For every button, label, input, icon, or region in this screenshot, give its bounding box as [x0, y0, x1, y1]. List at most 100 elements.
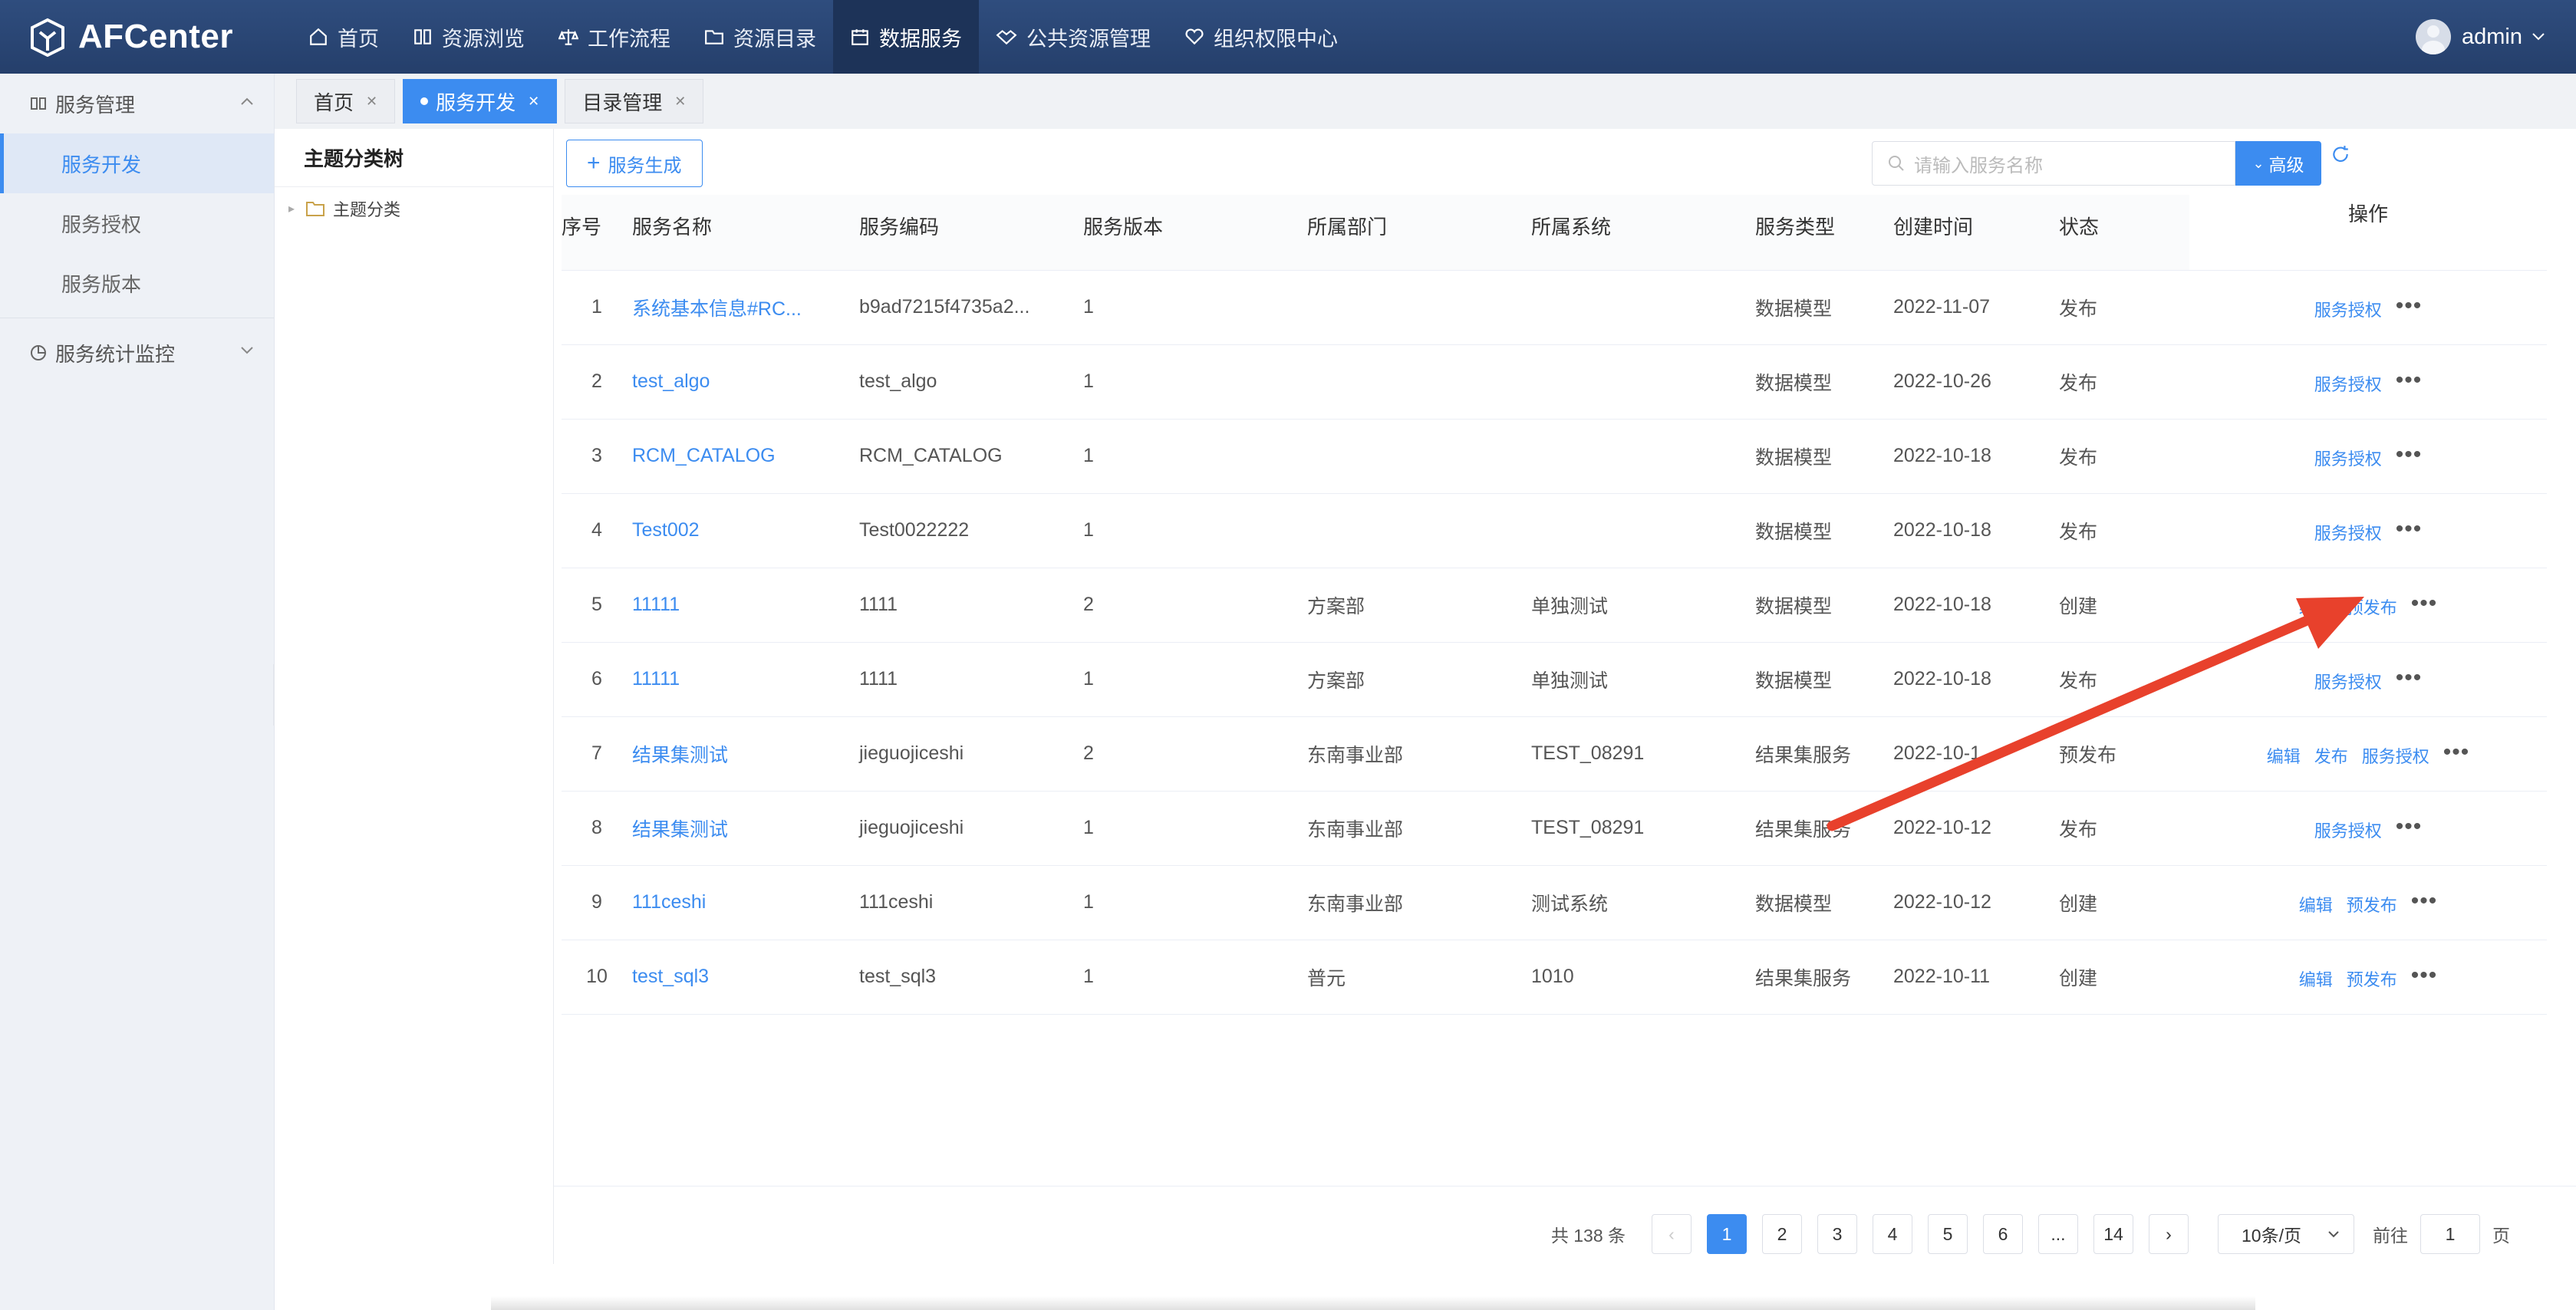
pagination: 共 138 条 ‹ 1 2 3 4 5 6 ... 14 › 10条/页 前往 … [554, 1186, 2576, 1254]
service-name-link[interactable]: 系统基本信息#RC... [632, 270, 859, 345]
sidebar-item-service-auth[interactable]: 服务授权 [0, 193, 274, 253]
service-name-link[interactable]: RCM_CATALOG [632, 419, 859, 494]
row-action-link[interactable]: 服务授权 [2314, 375, 2382, 394]
page-button[interactable]: 2 [1762, 1214, 1802, 1254]
sidebar-group-service-management[interactable]: 服务管理 [0, 74, 274, 133]
sidebar-group-label: 服务统计监控 [55, 342, 176, 366]
service-name-link[interactable]: 11111 [632, 642, 859, 717]
row-action-link[interactable]: 编辑 [2299, 896, 2333, 915]
close-icon[interactable]: ✕ [528, 94, 539, 110]
tab-home[interactable]: 首页 ✕ [296, 79, 396, 123]
table-cell: 东南事业部 [1307, 791, 1531, 866]
more-icon[interactable]: ••• [2396, 516, 2423, 541]
service-name-link[interactable]: test_algo [632, 344, 859, 420]
service-name-link[interactable]: Test002 [632, 493, 859, 568]
user-menu[interactable]: admin [2416, 0, 2545, 74]
content-area: 主题分类树 ▸ 主题分类 + 服务生成 请输入服务名称 ⌄ 高级 序号 服务名称 [275, 129, 2576, 1310]
service-generate-button[interactable]: + 服务生成 [566, 140, 703, 187]
page-button[interactable]: 5 [1928, 1214, 1968, 1254]
goto-suffix: 页 [2492, 1226, 2510, 1246]
table-cell: 2022-10-1 [1893, 716, 2059, 792]
page-ellipsis[interactable]: ... [2038, 1214, 2078, 1254]
row-action-link[interactable]: 服务授权 [2314, 673, 2382, 692]
table-cell: 111ceshi [859, 865, 1083, 940]
table-cell: 数据模型 [1755, 642, 1893, 717]
refresh-icon[interactable] [2331, 144, 2350, 164]
topnav-item-resource-catalog[interactable]: 资源目录 [687, 0, 833, 74]
col-header: 服务编码 [859, 195, 1083, 271]
more-icon[interactable]: ••• [2411, 591, 2438, 616]
col-header: 所属系统 [1531, 195, 1755, 271]
close-icon[interactable]: ✕ [366, 94, 377, 110]
page-size-select[interactable]: 10条/页 [2218, 1214, 2354, 1254]
advanced-search-button[interactable]: ⌄ 高级 [2235, 141, 2321, 186]
row-action-link[interactable]: 编辑 [2299, 970, 2333, 989]
button-label: 服务生成 [608, 155, 682, 176]
table-cell: 发布 [2059, 791, 2189, 866]
sidebar-group-monitor[interactable]: 服务统计监控 [0, 323, 274, 383]
row-action-link[interactable]: 服务授权 [2314, 449, 2382, 469]
topnav-item-public-resource[interactable]: 公共资源管理 [979, 0, 1168, 74]
table-cell [1531, 419, 1755, 494]
tree-node-root[interactable]: ▸ 主题分类 [275, 187, 553, 230]
service-table: 序号 服务名称 服务编码 服务版本 所属部门 所属系统 服务类型 创建时间 状态… [562, 195, 2547, 1015]
page-button[interactable]: 1 [1707, 1214, 1747, 1254]
more-icon[interactable]: ••• [2396, 367, 2423, 393]
tab-catalog-management[interactable]: 目录管理 ✕ [565, 79, 704, 123]
more-icon[interactable]: ••• [2411, 888, 2438, 913]
row-action-link[interactable]: 预发布 [2347, 598, 2397, 617]
sidebar-item-service-dev[interactable]: 服务开发 [0, 133, 274, 193]
service-name-link[interactable]: 11111 [632, 568, 859, 643]
table-body: 1 系统基本信息#RC... b9ad7215f4735a2... 1 数据模型 2022… [562, 270, 2547, 1015]
topnav-item-resource-browse[interactable]: 资源浏览 [396, 0, 542, 74]
row-action-link[interactable]: 预发布 [2347, 896, 2397, 915]
caret-right-icon[interactable]: ▸ [288, 201, 295, 216]
table-cell: 数据模型 [1755, 493, 1893, 568]
table-cell: 数据模型 [1755, 568, 1893, 643]
service-name-link[interactable]: 结果集测试 [632, 791, 859, 866]
page-button[interactable]: 3 [1817, 1214, 1857, 1254]
tab-service-dev[interactable]: 服务开发 ✕ [403, 79, 558, 123]
row-action-link[interactable]: 服务授权 [2314, 524, 2382, 543]
row-action-link[interactable]: 服务授权 [2314, 301, 2382, 320]
sidebar-item-label: 服务版本 [61, 272, 142, 296]
row-action-link[interactable]: 服务授权 [2314, 821, 2382, 841]
more-icon[interactable]: ••• [2396, 442, 2423, 467]
table-cell [1307, 344, 1531, 420]
calendar-icon [852, 29, 868, 45]
service-name-link[interactable]: 111ceshi [632, 865, 859, 940]
close-icon[interactable]: ✕ [674, 94, 686, 110]
more-icon[interactable]: ••• [2443, 739, 2470, 765]
more-icon[interactable]: ••• [2411, 963, 2438, 988]
sidebar-item-service-version[interactable]: 服务版本 [0, 253, 274, 313]
row-actions: 服务授权 ••• [2189, 270, 2547, 345]
row-action-link[interactable]: 预发布 [2347, 970, 2397, 989]
row-action-link[interactable]: 发布 [2314, 747, 2348, 766]
page-button[interactable]: 6 [1983, 1214, 2023, 1254]
table-cell: 数据模型 [1755, 270, 1893, 345]
topnav-item-home[interactable]: 首页 [292, 0, 396, 74]
more-icon[interactable]: ••• [2396, 293, 2423, 318]
table-cell: 创建 [2059, 940, 2189, 1015]
service-name-link[interactable]: test_sql3 [632, 940, 859, 1015]
goto-page-input[interactable]: 1 [2420, 1214, 2480, 1254]
service-name-link[interactable]: 结果集测试 [632, 716, 859, 792]
topnav-label: 数据服务 [879, 27, 962, 51]
more-icon[interactable]: ••• [2396, 814, 2423, 839]
page-button[interactable]: 14 [2093, 1214, 2133, 1254]
app-logo[interactable]: AFCenter [0, 17, 292, 57]
topnav-item-org-permission[interactable]: 组织权限中心 [1168, 0, 1355, 74]
table-row: 6 11111 1111 1 方案部 单独测试 数据模型 2022-10-18 发布 服务授权 ••… [562, 642, 2547, 717]
topnav-item-data-service[interactable]: 数据服务 [833, 0, 979, 74]
table-cell: 2 [562, 344, 632, 420]
search-input[interactable]: 请输入服务名称 [1872, 141, 2235, 186]
row-actions: 编辑 发布 服务授权 ••• [2189, 716, 2547, 792]
prev-page-button[interactable]: ‹ [1652, 1214, 1692, 1254]
row-action-link[interactable]: 服务授权 [2362, 747, 2429, 766]
row-action-link[interactable]: 编辑 [2267, 747, 2301, 766]
row-action-link[interactable]: 编辑 [2299, 598, 2333, 617]
page-button[interactable]: 4 [1873, 1214, 1912, 1254]
topnav-item-workflow[interactable]: 工作流程 [542, 0, 687, 74]
next-page-button[interactable]: › [2149, 1214, 2189, 1254]
more-icon[interactable]: ••• [2396, 665, 2423, 690]
